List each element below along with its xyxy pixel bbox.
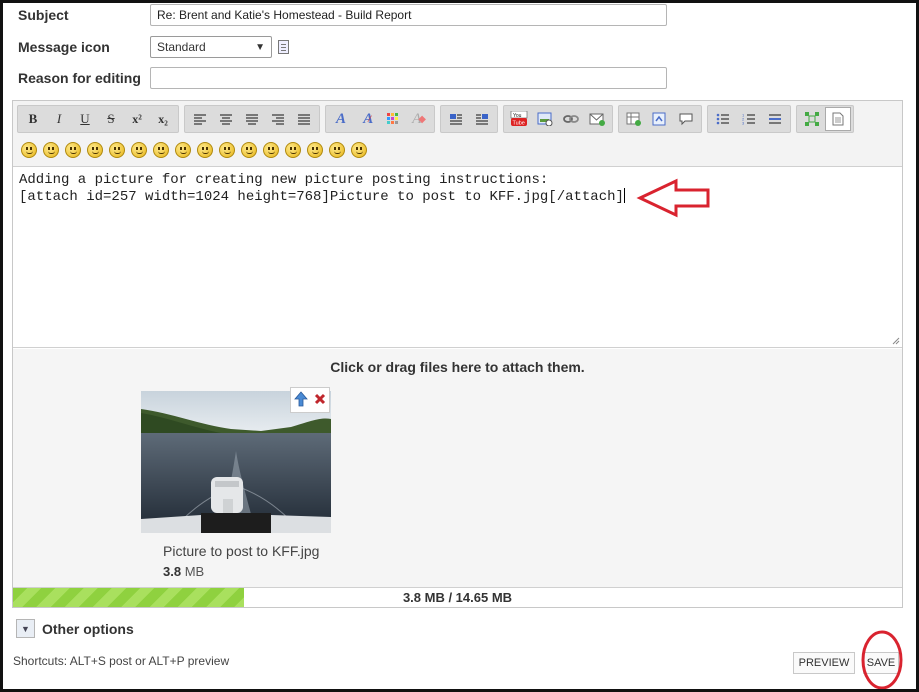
text-style-group: B I U S x² x₂ <box>17 105 179 133</box>
resize-grip-icon[interactable] <box>892 337 900 345</box>
delete-attachment-icon[interactable] <box>314 393 326 408</box>
file-size-unit: MB <box>184 564 205 579</box>
indent-left-icon[interactable] <box>443 107 469 131</box>
smiley-icon[interactable] <box>21 142 37 158</box>
align-center-icon[interactable] <box>213 107 239 131</box>
smiley-icon[interactable] <box>197 142 213 158</box>
message-line-2: [attach id=257 width=1024 height=768]Pic… <box>19 189 624 205</box>
reason-row: Reason for editing <box>18 66 667 90</box>
message-textarea[interactable]: Adding a picture for creating new pictur… <box>13 167 902 348</box>
block-group <box>618 105 702 133</box>
smiley-icon[interactable] <box>153 142 169 158</box>
message-icon-label: Message icon <box>18 39 110 55</box>
save-button[interactable]: SAVE <box>863 652 899 674</box>
email-icon[interactable] <box>584 107 610 131</box>
youtube-icon[interactable]: You Tube <box>506 107 532 131</box>
bullet-list-icon[interactable] <box>710 107 736 131</box>
quota-text: 3.8 MB / 14.65 MB <box>402 590 513 605</box>
expand-chevron-icon[interactable]: ▼ <box>16 619 35 638</box>
clear-format-icon[interactable]: A ◆ <box>406 107 432 131</box>
source-mode-icon[interactable] <box>825 107 851 131</box>
message-icon-select[interactable]: Standard ▼ <box>150 36 272 58</box>
color-palette-icon[interactable] <box>380 107 406 131</box>
smiley-icon[interactable] <box>109 142 125 158</box>
indent-right-icon[interactable] <box>469 107 495 131</box>
smiley-icon[interactable] <box>175 142 191 158</box>
bold-button[interactable]: B <box>20 107 46 131</box>
code-icon[interactable] <box>647 107 673 131</box>
smiley-icon[interactable] <box>219 142 235 158</box>
font-color-icon[interactable]: A <box>328 107 354 131</box>
align-full-icon[interactable] <box>291 107 317 131</box>
insert-attachment-icon[interactable] <box>294 390 308 410</box>
align-justify-icon[interactable] <box>239 107 265 131</box>
svg-text:You: You <box>513 113 522 119</box>
chevron-down-icon: ▼ <box>255 41 265 53</box>
attachment-quota-bar: 3.8 MB / 14.65 MB <box>13 587 902 607</box>
message-line-1: Adding a picture for creating new pictur… <box>19 172 549 188</box>
image-icon[interactable] <box>532 107 558 131</box>
numbered-list-icon[interactable]: 123 <box>736 107 762 131</box>
strikethrough-button[interactable]: S <box>98 107 124 131</box>
smiley-icon[interactable] <box>285 142 301 158</box>
smiley-icon[interactable] <box>131 142 147 158</box>
insert-group: You Tube <box>503 105 613 133</box>
preview-button[interactable]: PREVIEW <box>793 652 855 674</box>
file-size-value: 3.8 <box>163 564 182 579</box>
align-right-icon[interactable] <box>265 107 291 131</box>
indent-group <box>440 105 498 133</box>
font-group: A A ⁄ A ◆ <box>325 105 435 133</box>
reason-label: Reason for editing <box>18 70 141 86</box>
attachment-file-size: 3.8 MB <box>163 564 204 579</box>
editor-toolbar: B I U S x² x₂ A A ⁄ A ◆ You Tube 1 2 3 <box>13 101 902 167</box>
subject-label: Subject <box>18 7 69 23</box>
other-options-label: Other options <box>42 620 134 637</box>
smiley-icon[interactable] <box>241 142 257 158</box>
smiley-icon[interactable] <box>43 142 59 158</box>
message-icon-preview-icon <box>278 40 289 54</box>
attachment-actions <box>290 387 330 413</box>
maximize-icon[interactable] <box>799 107 825 131</box>
smiley-icon[interactable] <box>87 142 103 158</box>
list-group: 123 <box>707 105 791 133</box>
italic-button[interactable]: I <box>46 107 72 131</box>
attachment-dropzone[interactable]: Click or drag files here to attach them. <box>13 349 902 587</box>
message-icon-value: Standard <box>157 40 206 54</box>
attachment-file-name: Picture to post to KFF.jpg <box>163 543 320 559</box>
other-options-toggle[interactable]: ▼ Other options <box>16 619 134 638</box>
align-left-icon[interactable] <box>187 107 213 131</box>
subject-row: Subject <box>18 3 667 27</box>
table-icon[interactable] <box>621 107 647 131</box>
smiley-icon[interactable] <box>263 142 279 158</box>
subscript-button[interactable]: x₂ <box>150 107 176 131</box>
message-icon-row: Message icon Standard ▼ <box>18 35 289 59</box>
view-group <box>796 105 854 133</box>
smiley-icon[interactable] <box>351 142 367 158</box>
font-size-icon[interactable]: A ⁄ <box>354 107 380 131</box>
subject-input[interactable] <box>150 4 667 26</box>
smiley-bar <box>21 142 367 158</box>
underline-button[interactable]: U <box>72 107 98 131</box>
link-icon[interactable] <box>558 107 584 131</box>
superscript-button[interactable]: x² <box>124 107 150 131</box>
shortcuts-hint: Shortcuts: ALT+S post or ALT+P preview <box>13 654 230 668</box>
svg-text:Tube: Tube <box>513 121 525 127</box>
alignment-group <box>184 105 320 133</box>
svg-text:3: 3 <box>742 121 745 126</box>
message-editor: B I U S x² x₂ A A ⁄ A ◆ You Tube 1 2 3 A… <box>12 100 903 608</box>
quote-icon[interactable] <box>673 107 699 131</box>
horizontal-rule-icon[interactable] <box>762 107 788 131</box>
reason-input[interactable] <box>150 67 667 89</box>
smiley-icon[interactable] <box>65 142 81 158</box>
text-caret <box>623 188 625 203</box>
smiley-icon[interactable] <box>307 142 323 158</box>
smiley-icon[interactable] <box>329 142 345 158</box>
dropzone-hint: Click or drag files here to attach them. <box>330 359 585 375</box>
